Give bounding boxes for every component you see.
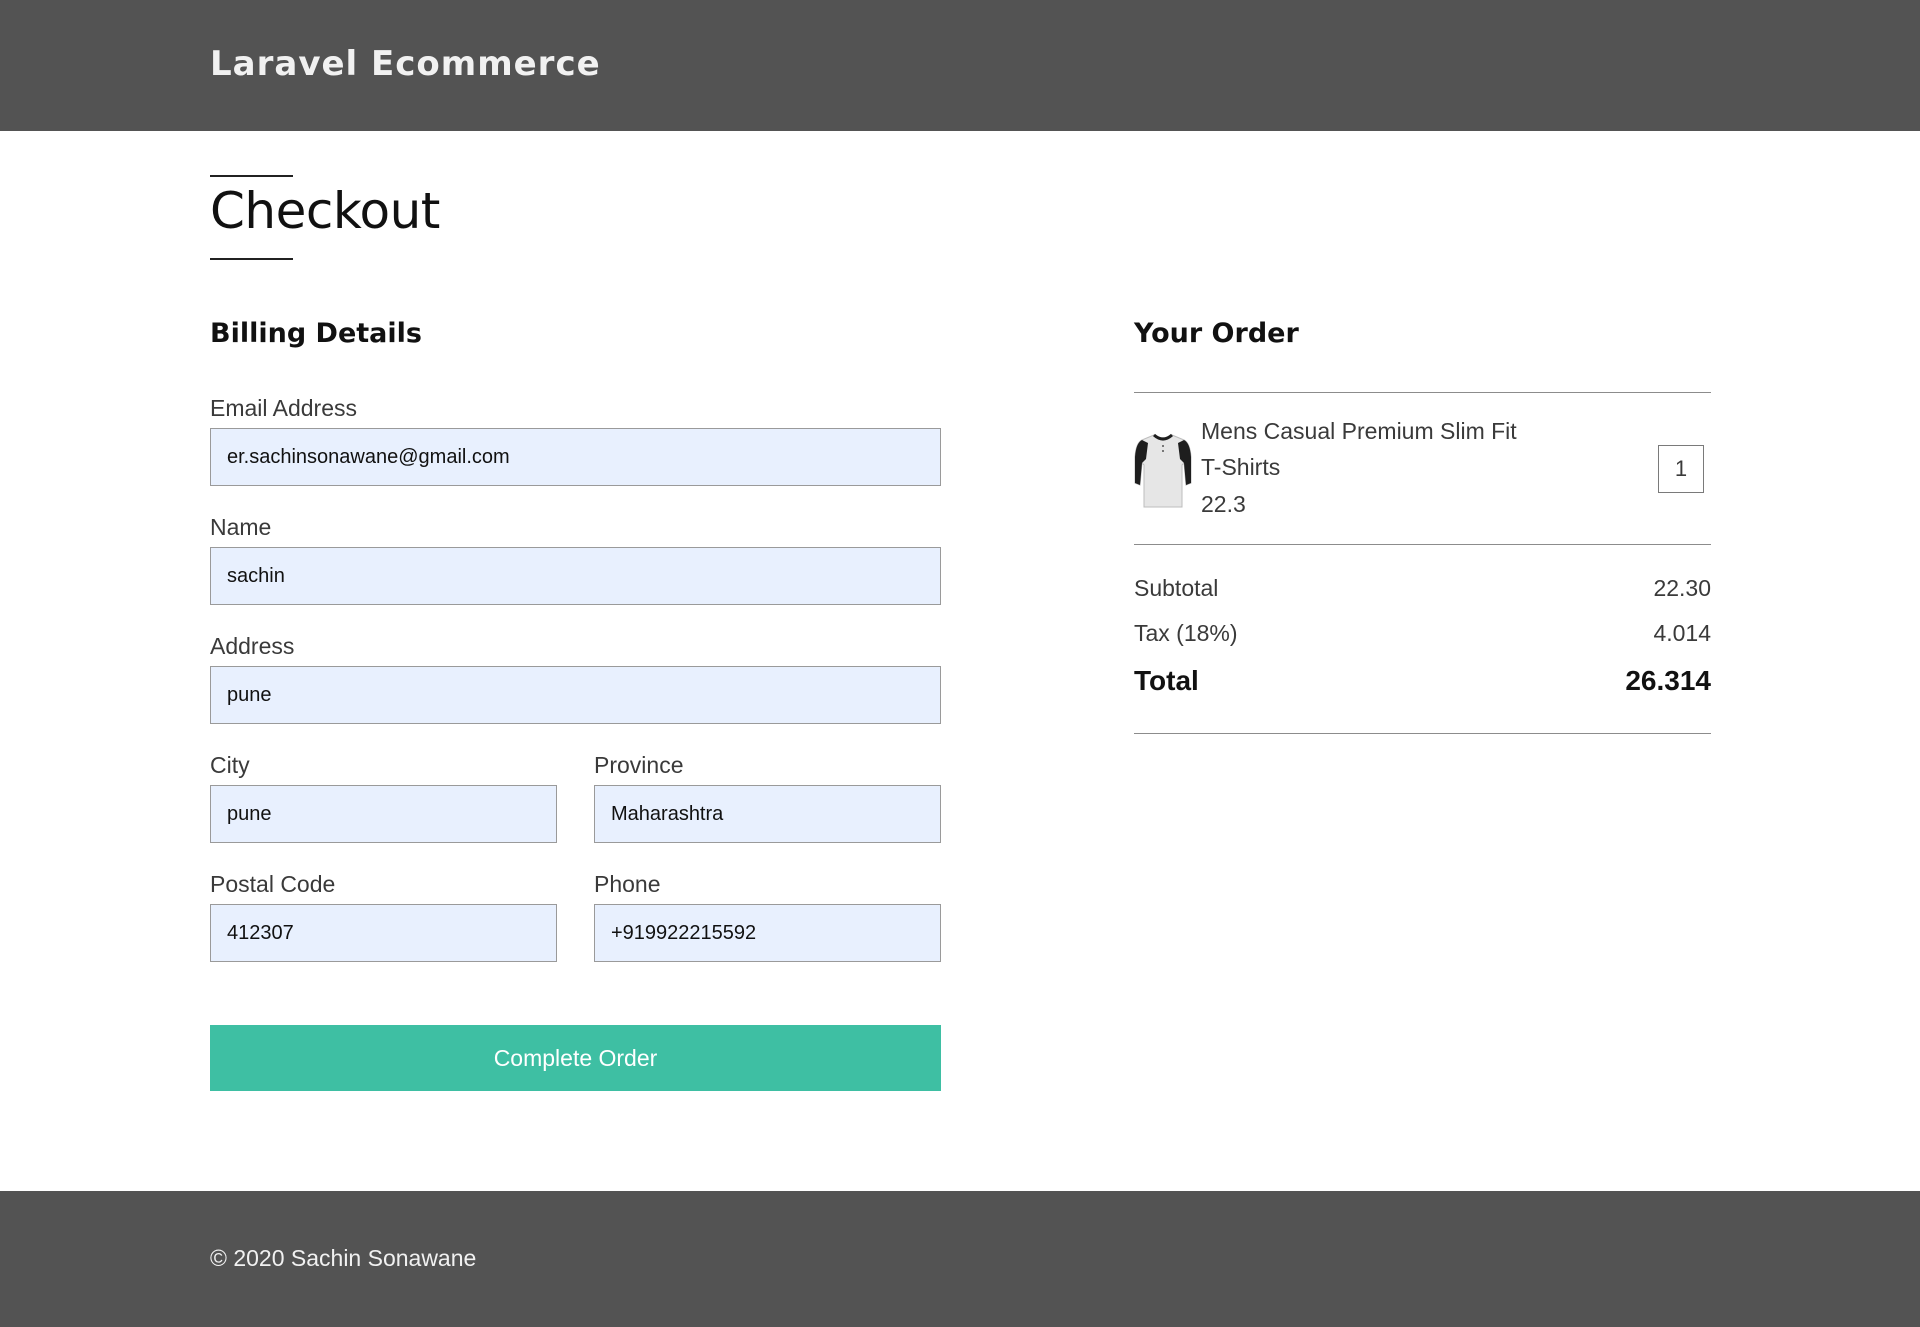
subtotal-value: 22.30	[1653, 575, 1711, 601]
quantity-field[interactable]: 1	[1658, 445, 1704, 493]
your-order-heading: Your Order	[1134, 318, 1299, 349]
name-field[interactable]	[210, 547, 941, 605]
email-field[interactable]	[210, 428, 941, 486]
total-row: Total 26.314	[1134, 665, 1711, 697]
postal-code-label: Postal Code	[210, 871, 336, 897]
order-summary: Mens Casual Premium Slim Fit T-Shirts 22…	[1134, 392, 1711, 734]
name-label: Name	[210, 514, 272, 540]
tax-value: 4.014	[1653, 620, 1711, 646]
tax-label: Tax (18%)	[1134, 620, 1238, 646]
subtotal-label: Subtotal	[1134, 575, 1219, 601]
province-field[interactable]	[594, 785, 941, 843]
address-field[interactable]	[210, 666, 941, 724]
total-value: 26.314	[1625, 665, 1711, 696]
brand-logo-text[interactable]: Laravel Ecommerce	[210, 44, 601, 84]
product-price: 22.3	[1201, 491, 1246, 517]
total-label: Total	[1134, 665, 1199, 696]
complete-order-button[interactable]: Complete Order	[210, 1025, 941, 1091]
tax-row: Tax (18%) 4.014	[1134, 620, 1711, 647]
order-item: Mens Casual Premium Slim Fit T-Shirts 22…	[1134, 393, 1711, 544]
subtotal-row: Subtotal 22.30	[1134, 575, 1711, 602]
copyright-text: © 2020 Sachin Sonawane	[210, 1245, 477, 1271]
phone-field[interactable]	[594, 904, 941, 962]
address-label: Address	[210, 633, 295, 659]
site-header: Laravel Ecommerce	[0, 0, 1920, 131]
page-title: Checkout	[210, 182, 440, 240]
order-divider	[1134, 733, 1711, 734]
province-label: Province	[594, 752, 684, 778]
tshirt-icon	[1134, 433, 1192, 508]
order-divider	[1134, 544, 1711, 545]
title-divider-bottom	[210, 258, 293, 260]
product-name[interactable]: Mens Casual Premium Slim Fit T-Shirts	[1201, 413, 1541, 485]
city-label: City	[210, 752, 250, 778]
billing-details-heading: Billing Details	[210, 318, 422, 349]
postal-code-field[interactable]	[210, 904, 557, 962]
page-title-block: Checkout	[210, 175, 440, 260]
phone-label: Phone	[594, 871, 661, 897]
title-divider-top	[210, 175, 293, 177]
site-footer: © 2020 Sachin Sonawane	[0, 1191, 1920, 1327]
city-field[interactable]	[210, 785, 557, 843]
email-label: Email Address	[210, 395, 358, 421]
